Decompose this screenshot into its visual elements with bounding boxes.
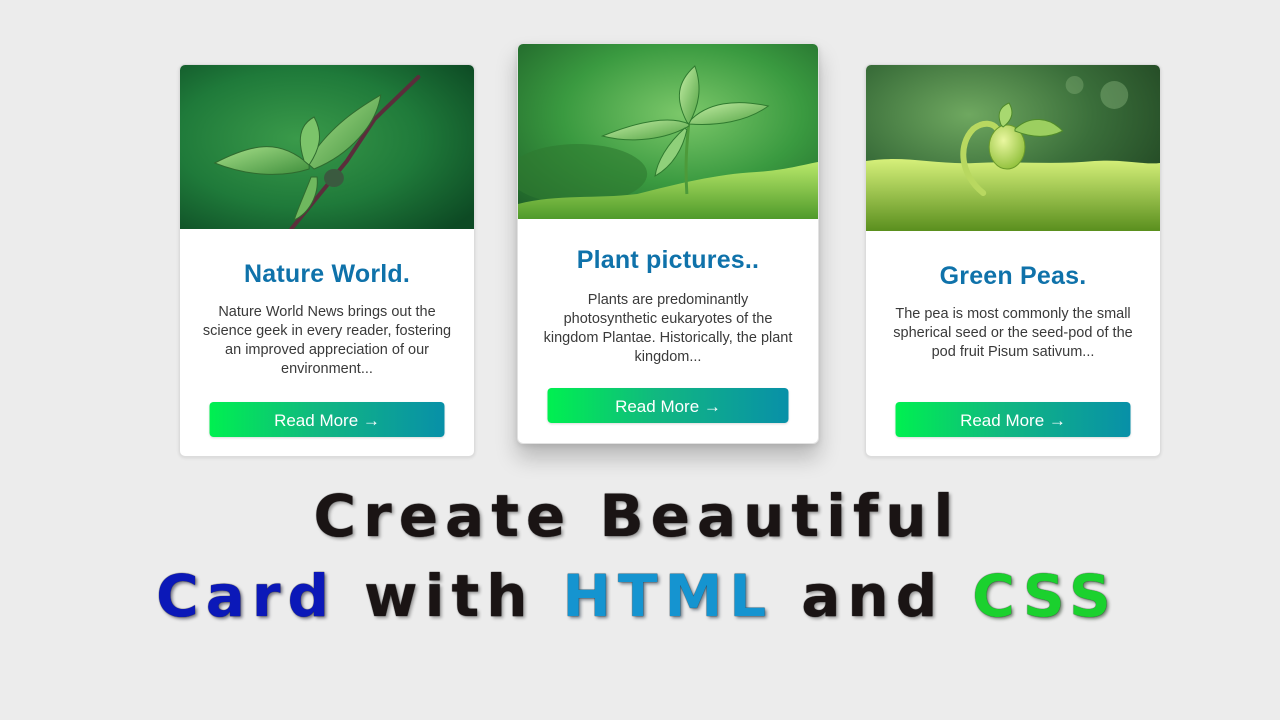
headline-word-with: with (364, 562, 535, 630)
headline-line-1: Create Beautiful (313, 482, 961, 550)
headline-line-2: Card with HTML and CSS (0, 562, 1277, 630)
pea-seedling-image (866, 65, 1160, 231)
headline-word-css: CSS (972, 562, 1118, 630)
read-more-button[interactable]: Read More → (895, 402, 1131, 437)
card-title: Green Peas. (939, 262, 1087, 290)
headline-word-card: Card (156, 562, 336, 630)
card-nature-world: Nature World. Nature World News brings o… (179, 64, 475, 457)
card-description: Nature World News brings out the science… (202, 304, 452, 377)
card-description: Plants are predominantly photosynthetic … (543, 292, 793, 365)
card-title: Plant pictures.. (576, 246, 760, 274)
card-green-peas: Green Peas. The pea is most commonly the… (865, 64, 1161, 457)
headline-word-html: HTML (562, 562, 774, 630)
card-plant-pictures: Plant pictures.. Plants are predominantl… (517, 43, 819, 444)
card-title: Nature World. (243, 260, 411, 288)
read-more-button[interactable]: Read More → (547, 388, 789, 423)
headline-word-and: and (801, 562, 945, 630)
card-description: The pea is most commonly the small spher… (893, 306, 1133, 360)
sprout-on-branch-image (180, 65, 474, 229)
read-more-button[interactable]: Read More → (209, 402, 445, 437)
young-plant-on-moss-image (518, 44, 818, 219)
